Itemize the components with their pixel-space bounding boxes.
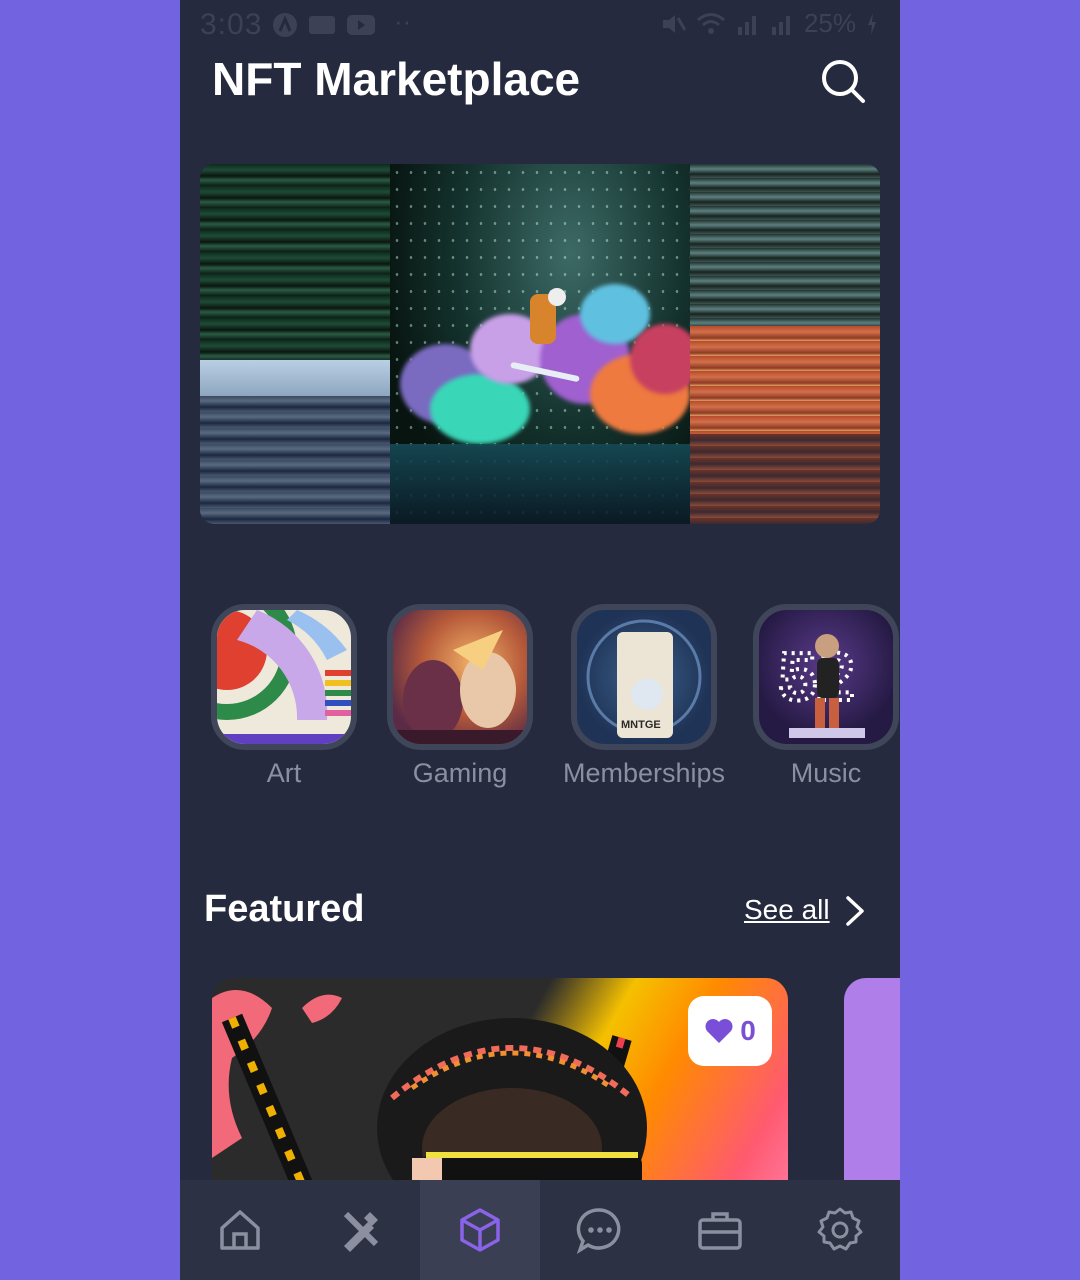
chat-icon: [576, 1208, 621, 1254]
nav-chat[interactable]: [540, 1180, 660, 1280]
page-title: NFT Marketplace: [212, 53, 581, 105]
category-art[interactable]: Art: [204, 604, 364, 789]
banner-artwork: [390, 164, 700, 524]
status-time: 3:03: [200, 8, 263, 41]
category-memberships[interactable]: MNTGE Memberships: [556, 604, 732, 789]
cube-icon: [460, 1208, 500, 1252]
signal-2-icon: [771, 15, 790, 35]
featured-card-next[interactable]: [844, 978, 900, 1208]
banner-left-blur: [200, 164, 390, 524]
featured-section-title: Featured: [204, 888, 365, 930]
category-label: Gaming: [412, 758, 508, 788]
mail-icon: [309, 16, 335, 34]
category-art-thumbnail: [211, 604, 357, 750]
like-button[interactable]: 0: [688, 996, 772, 1066]
status-right: 25%: [660, 8, 878, 39]
nav-create[interactable]: [300, 1180, 420, 1280]
category-label: Music: [790, 758, 862, 788]
nav-home[interactable]: [180, 1180, 300, 1280]
chevron-right-icon[interactable]: [842, 894, 868, 928]
category-music[interactable]: 52 Music: [746, 604, 900, 789]
tools-icon: [343, 1211, 379, 1252]
category-list: Art Gaming MNTGE Memberships 52 Music: [180, 604, 900, 804]
bottom-navigation: [180, 1180, 900, 1280]
like-count: 0: [740, 1015, 756, 1046]
more-notifications-icon: ··: [394, 6, 412, 36]
heart-icon: [705, 1019, 733, 1043]
category-gaming[interactable]: Gaming: [380, 604, 540, 789]
category-music-thumbnail: 52: [753, 604, 899, 750]
settings-icon: [817, 1207, 863, 1251]
phone-screen: 3:03 ·· 25% NFT Marketplace Art Gaming M…: [180, 0, 900, 1280]
nav-wallet[interactable]: [660, 1180, 780, 1280]
see-all-link[interactable]: See all: [744, 894, 830, 926]
banner-right-blur: [690, 164, 880, 524]
mute-icon: [662, 14, 686, 33]
nav-marketplace[interactable]: [420, 1180, 540, 1280]
featured-card[interactable]: 0: [212, 978, 788, 1208]
search-icon[interactable]: [820, 58, 866, 104]
home-icon: [220, 1210, 260, 1250]
signal-icon: [737, 15, 756, 35]
nav-settings[interactable]: [780, 1180, 900, 1280]
membership-card-text: MNTGE: [621, 719, 661, 731]
briefcase-icon: [698, 1212, 742, 1250]
app-notification-icon: [273, 13, 297, 37]
category-memberships-thumbnail: MNTGE: [571, 604, 717, 750]
status-bar: 3:03 ·· 25%: [180, 0, 900, 52]
wifi-icon: [696, 12, 725, 34]
category-label: Art: [266, 758, 302, 788]
youtube-icon: [347, 15, 375, 35]
charging-icon: [868, 12, 876, 35]
category-gaming-thumbnail: [387, 604, 533, 750]
category-label: Memberships: [562, 758, 726, 788]
hero-banner[interactable]: [200, 164, 880, 524]
battery-percent: 25%: [803, 8, 856, 38]
